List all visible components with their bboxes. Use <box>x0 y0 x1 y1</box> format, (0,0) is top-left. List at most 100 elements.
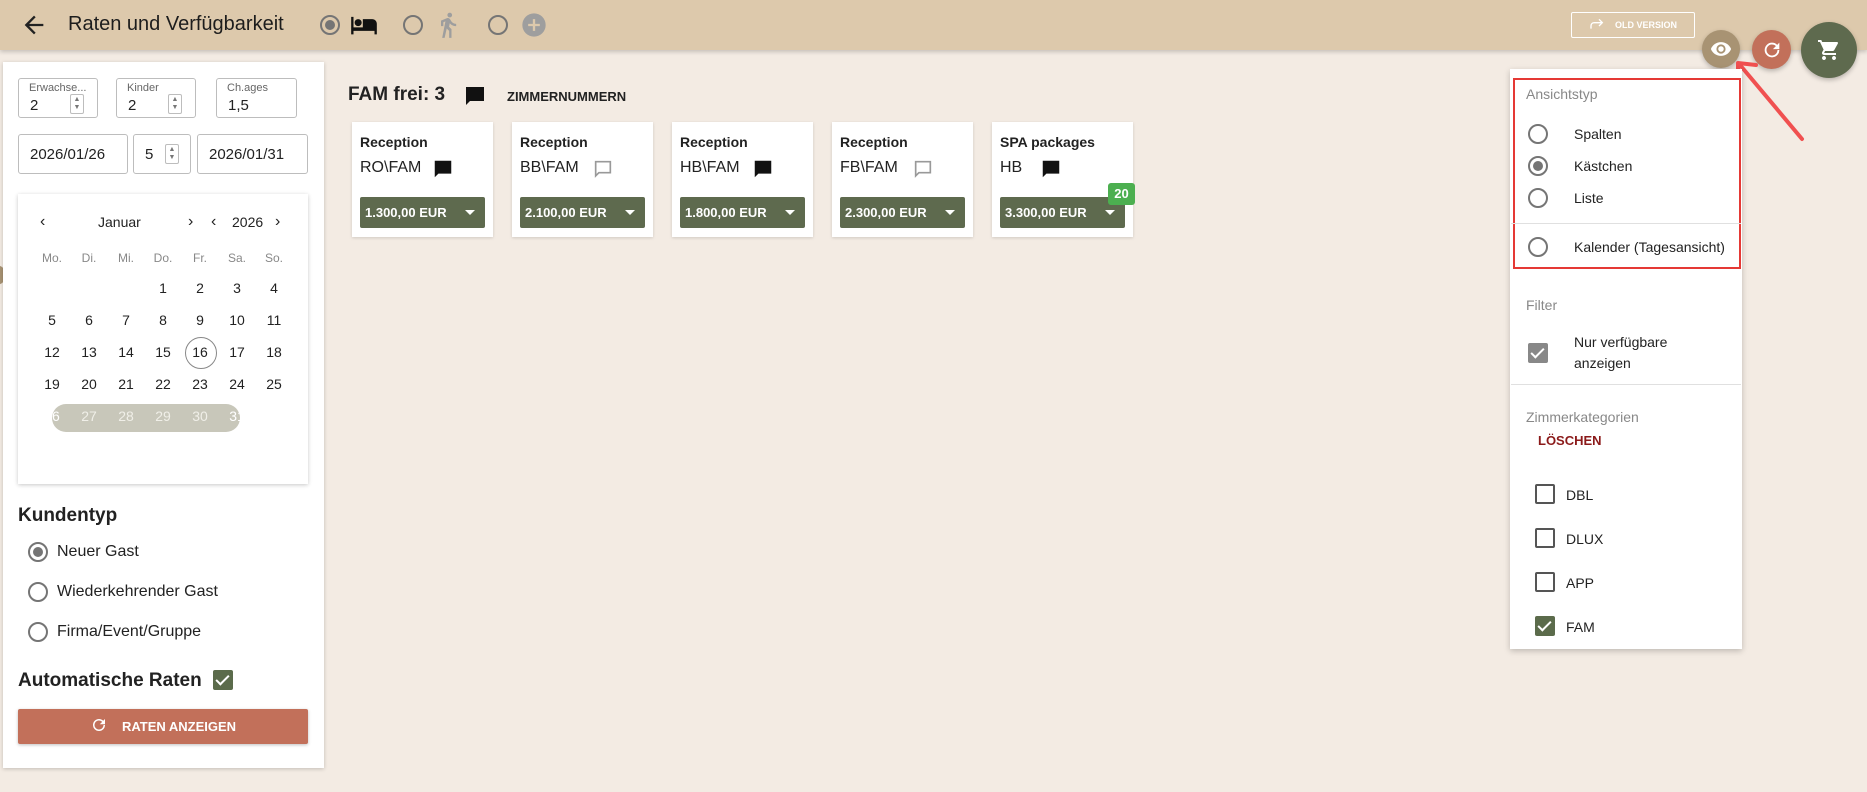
calendar-day[interactable]: 29 <box>145 401 181 431</box>
mode-radio-rooms[interactable] <box>320 15 340 35</box>
category-label-dbl[interactable]: DBL <box>1566 487 1593 503</box>
view-radio-calendar[interactable] <box>1528 237 1548 257</box>
calendar-day[interactable]: 30 <box>182 401 218 431</box>
category-checkbox-app[interactable] <box>1535 572 1555 592</box>
bed-icon[interactable] <box>348 11 380 44</box>
rate-price-dropdown[interactable]: 2.100,00 EUR <box>520 197 645 228</box>
view-option-calendar[interactable]: Kalender (Tagesansicht) <box>1574 239 1725 255</box>
calendar-day[interactable]: 8 <box>145 305 181 335</box>
category-label-app[interactable]: APP <box>1566 575 1594 591</box>
adults-field[interactable]: Erwachse... 2 ▲ ▼ <box>18 78 98 118</box>
rate-price: 1.300,00 EUR <box>365 205 447 220</box>
calendar-month[interactable]: Januar <box>98 214 141 230</box>
calendar-day[interactable]: 31 <box>219 401 255 431</box>
next-month-icon[interactable]: › <box>188 213 193 231</box>
refresh-icon <box>90 716 108 737</box>
rate-price-dropdown[interactable]: 1.800,00 EUR <box>680 197 805 228</box>
room-numbers-button[interactable]: ZIMMERNUMMERN <box>507 89 626 104</box>
customer-type-radio-returning[interactable] <box>28 582 48 602</box>
calendar-day[interactable]: 3 <box>219 273 255 303</box>
children-stepper[interactable]: ▲ ▼ <box>168 94 182 114</box>
adults-stepper[interactable]: ▲ ▼ <box>70 94 84 114</box>
comment-icon[interactable] <box>463 84 487 113</box>
comment-icon[interactable] <box>432 158 454 185</box>
calendar-year[interactable]: 2026 <box>232 214 263 230</box>
view-option-columns[interactable]: Spalten <box>1574 126 1621 142</box>
calendar-day[interactable]: 9 <box>182 305 218 335</box>
calendar-day[interactable]: 22 <box>145 369 181 399</box>
calendar-day[interactable]: 5 <box>34 305 70 335</box>
calendar-day[interactable]: 28 <box>108 401 144 431</box>
prev-year-icon[interactable]: ‹ <box>211 213 216 231</box>
category-label-dlux[interactable]: DLUX <box>1566 531 1603 547</box>
calendar-day[interactable]: 25 <box>256 369 292 399</box>
calendar-day[interactable]: 7 <box>108 305 144 335</box>
calendar-day[interactable]: 6 <box>71 305 107 335</box>
children-field[interactable]: Kinder 2 ▲ ▼ <box>116 78 196 118</box>
calendar-day[interactable]: 14 <box>108 337 144 367</box>
view-radio-boxes[interactable] <box>1528 156 1548 176</box>
comment-icon[interactable] <box>912 158 934 185</box>
calendar-day[interactable]: 2 <box>182 273 218 303</box>
next-year-icon[interactable]: › <box>275 213 280 231</box>
calendar-day[interactable]: 19 <box>34 369 70 399</box>
add-circle-icon[interactable] <box>520 11 548 44</box>
comment-icon[interactable] <box>592 158 614 185</box>
calendar-day[interactable]: 20 <box>71 369 107 399</box>
calendar-day[interactable]: 27 <box>71 401 107 431</box>
customer-type-option-company[interactable]: Firma/Event/Gruppe <box>57 623 201 641</box>
calendar-day[interactable]: 1 <box>145 273 181 303</box>
calendar-day[interactable]: 11 <box>256 305 292 335</box>
category-label-fam[interactable]: FAM <box>1566 619 1595 635</box>
arrival-date-field[interactable]: 2026/01/26 <box>18 134 128 174</box>
only-available-checkbox[interactable] <box>1528 343 1548 363</box>
customer-type-option-returning[interactable]: Wiederkehrender Gast <box>57 583 218 601</box>
calendar-day[interactable]: 16 <box>182 337 218 369</box>
calendar-day[interactable]: 24 <box>219 369 255 399</box>
clear-categories-button[interactable]: LÖSCHEN <box>1538 433 1602 448</box>
calendar-day[interactable]: 23 <box>182 369 218 399</box>
calendar-day[interactable]: 17 <box>219 337 255 367</box>
cart-icon[interactable] <box>1801 22 1857 78</box>
calendar-day[interactable]: 10 <box>219 305 255 335</box>
rate-price-dropdown[interactable]: 1.300,00 EUR <box>360 197 485 228</box>
child-ages-field[interactable]: Ch.ages 1,5 <box>216 78 297 118</box>
show-rates-button[interactable]: RATEN ANZEIGEN <box>18 709 308 744</box>
calendar-day[interactable]: 18 <box>256 337 292 367</box>
category-checkbox-fam[interactable] <box>1535 616 1555 636</box>
calendar-day[interactable]: 13 <box>71 337 107 367</box>
view-radio-columns[interactable] <box>1528 124 1548 144</box>
departure-date-field[interactable]: 2026/01/31 <box>197 134 308 174</box>
comment-icon[interactable] <box>1040 158 1062 185</box>
only-available-label-2[interactable]: anzeigen <box>1574 355 1631 371</box>
old-version-button[interactable]: OLD VERSION <box>1571 12 1695 38</box>
mode-radio-extras[interactable] <box>488 15 508 35</box>
view-radio-list[interactable] <box>1528 188 1548 208</box>
calendar-day[interactable]: 4 <box>256 273 292 303</box>
rate-price-dropdown[interactable]: 2.300,00 EUR <box>840 197 965 228</box>
view-option-boxes[interactable]: Kästchen <box>1574 158 1632 174</box>
mode-radio-activities[interactable] <box>403 15 423 35</box>
availability-badge: 20 <box>1108 183 1135 205</box>
calendar-day[interactable]: 12 <box>34 337 70 367</box>
prev-month-icon[interactable]: ‹ <box>40 213 45 231</box>
walk-icon[interactable] <box>434 11 462 44</box>
category-checkbox-dlux[interactable] <box>1535 528 1555 548</box>
comment-icon[interactable] <box>752 158 774 185</box>
rate-price-dropdown[interactable]: 3.300,00 EUR <box>1000 197 1125 228</box>
calendar-day[interactable]: 15 <box>145 337 181 367</box>
calendar-day[interactable]: 26 <box>34 401 70 431</box>
arrow-back-icon[interactable] <box>20 11 48 39</box>
customer-type-option-new[interactable]: Neuer Gast <box>57 543 139 561</box>
rate-card-title: SPA packages <box>1000 134 1095 150</box>
calendar-day[interactable]: 21 <box>108 369 144 399</box>
weekday-label: Do. <box>153 251 173 265</box>
nights-stepper[interactable]: ▲ ▼ <box>165 144 179 164</box>
view-option-list[interactable]: Liste <box>1574 190 1604 206</box>
auto-rates-checkbox[interactable] <box>213 670 233 690</box>
category-checkbox-dbl[interactable] <box>1535 484 1555 504</box>
customer-type-radio-company[interactable] <box>28 622 48 642</box>
only-available-label[interactable]: Nur verfügbare <box>1574 334 1667 350</box>
nights-field[interactable]: 5 ▲ ▼ <box>133 134 191 174</box>
customer-type-radio-new[interactable] <box>28 542 48 562</box>
